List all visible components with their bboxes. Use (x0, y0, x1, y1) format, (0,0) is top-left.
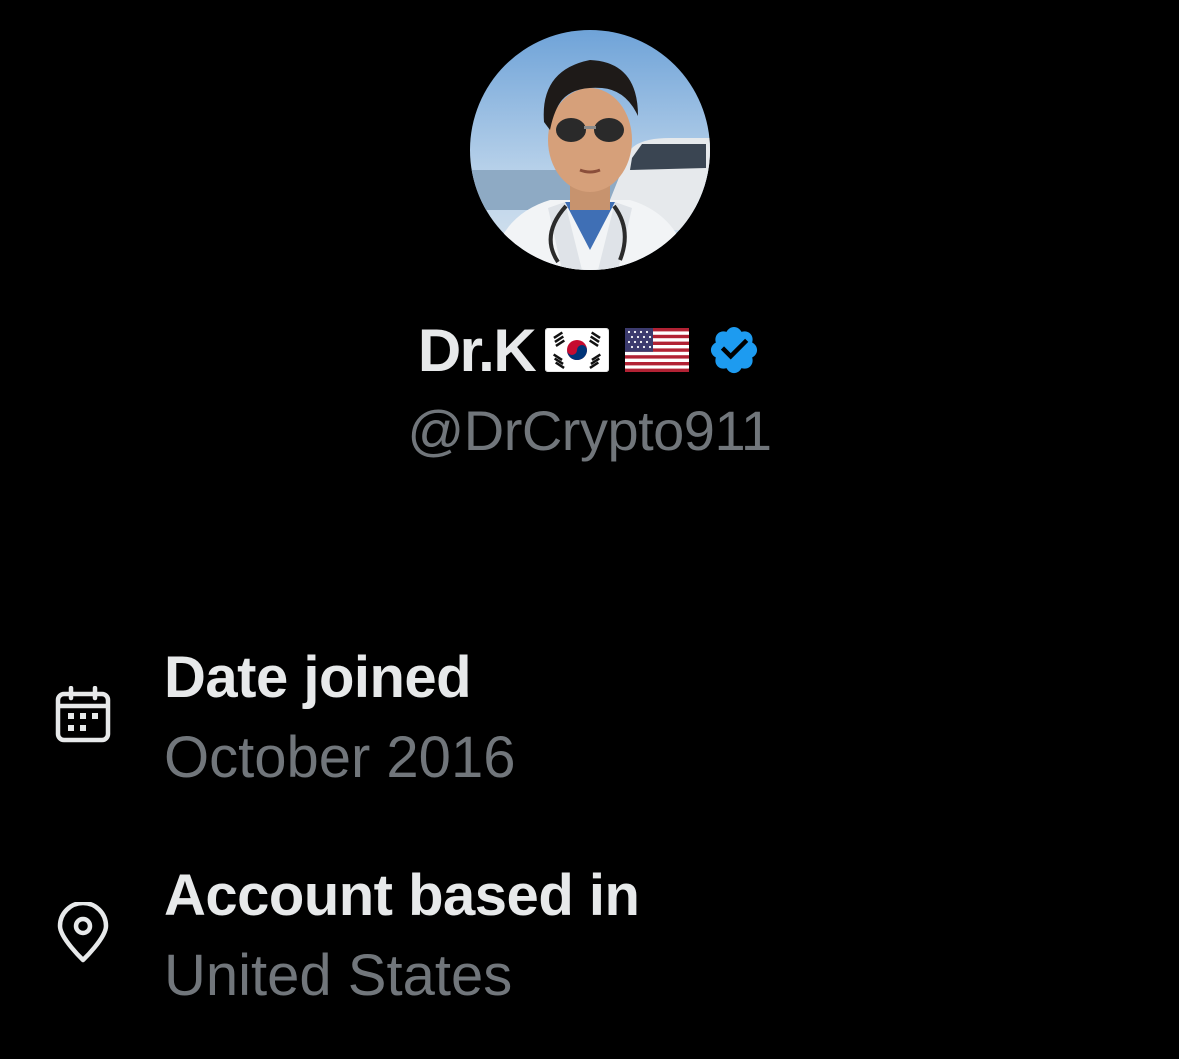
profile-avatar[interactable] (470, 30, 710, 270)
location-pin-icon (54, 902, 112, 964)
info-item-date-joined: Date joined October 2016 (0, 640, 1179, 800)
profile-handle: @DrCrypto911 (407, 399, 772, 462)
south-korea-flag-icon (545, 328, 610, 372)
united-states-flag-icon (625, 328, 690, 372)
info-item-account-location: Account based in United States (0, 858, 1179, 1018)
account-location-value: United States (164, 943, 513, 1008)
date-joined-value: October 2016 (164, 725, 516, 790)
account-location-label: Account based in (164, 863, 640, 928)
verified-badge-icon[interactable] (707, 323, 761, 377)
profile-name-row: Dr.K (0, 312, 1179, 388)
date-joined-label: Date joined (164, 645, 472, 710)
avatar-image (470, 30, 710, 270)
calendar-icon (54, 686, 112, 744)
display-name: Dr.K (417, 316, 537, 384)
